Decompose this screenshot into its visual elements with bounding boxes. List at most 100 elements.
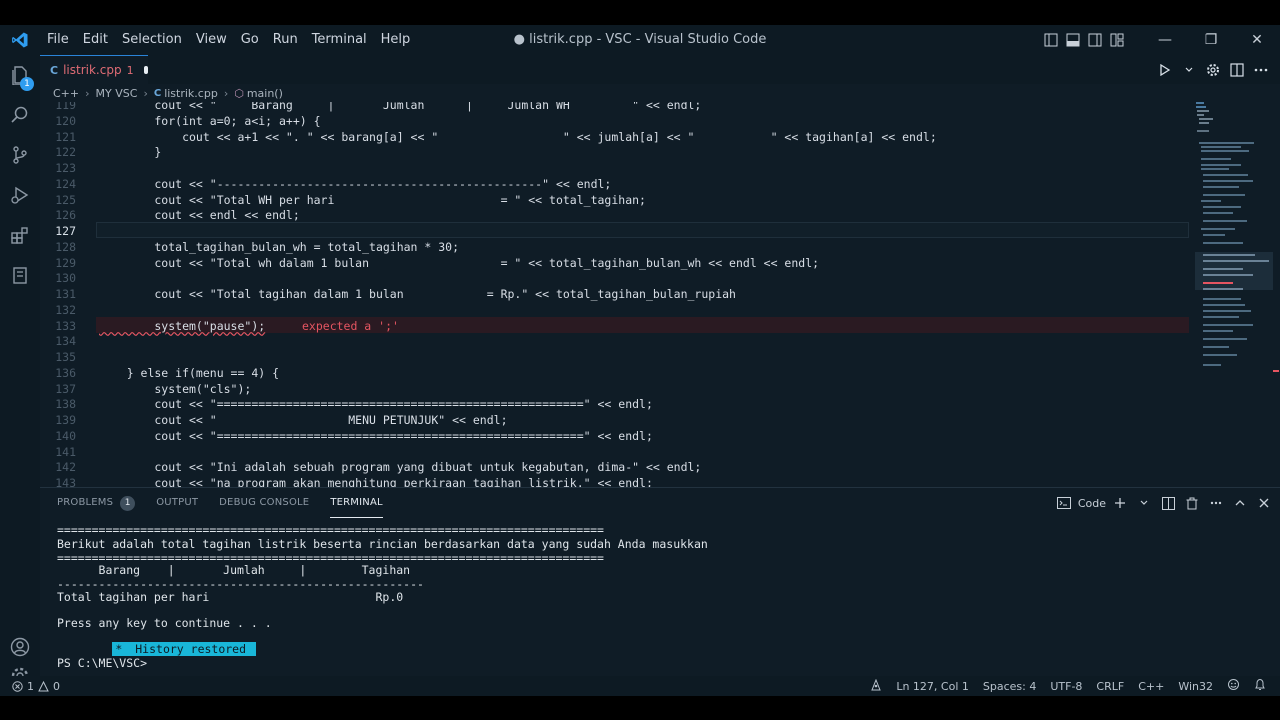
indentation[interactable]: Spaces: 4 bbox=[983, 680, 1036, 693]
end-of-line[interactable]: CRLF bbox=[1096, 680, 1124, 693]
close-panel-icon[interactable] bbox=[1254, 493, 1274, 513]
menu-help[interactable]: Help bbox=[374, 25, 418, 55]
letterbox-bottom bbox=[0, 696, 1280, 720]
feedback-icon[interactable] bbox=[1227, 678, 1240, 694]
terminal-output[interactable]: ========================================… bbox=[57, 524, 1257, 684]
code-line[interactable]: 126 cout << endl << endl; bbox=[40, 208, 1190, 224]
terminal-dropdown-chevron-icon[interactable] bbox=[1134, 493, 1154, 513]
close-button[interactable]: ✕ bbox=[1234, 25, 1280, 55]
line-number: 141 bbox=[55, 444, 76, 459]
toggle-primary-sidebar-icon[interactable] bbox=[1040, 25, 1062, 55]
code-text: cout << "Total WH per hari = " << total_… bbox=[99, 192, 646, 207]
encoding[interactable]: UTF-8 bbox=[1050, 680, 1082, 693]
terminal-profile-label[interactable]: Code bbox=[1078, 497, 1106, 510]
toggle-secondary-sidebar-icon[interactable] bbox=[1084, 25, 1106, 55]
customize-layout-icon[interactable] bbox=[1106, 25, 1128, 55]
tab-output[interactable]: OUTPUT bbox=[156, 488, 198, 518]
panel-more-icon[interactable] bbox=[1206, 493, 1226, 513]
code-editor[interactable]: 119 cout << " Barang | Jumlah | Jumlah W… bbox=[40, 102, 1280, 487]
minimize-button[interactable]: — bbox=[1142, 25, 1188, 55]
restore-button[interactable]: ❐ bbox=[1188, 25, 1234, 55]
terminal-profile-icon[interactable] bbox=[1054, 493, 1074, 513]
code-line[interactable]: 134 bbox=[40, 334, 1190, 350]
code-line[interactable]: 141 bbox=[40, 445, 1190, 461]
line-number: 143 bbox=[55, 476, 76, 487]
breadcrumb-file[interactable]: listrik.cpp bbox=[164, 87, 218, 100]
code-line[interactable]: 127 bbox=[40, 224, 1190, 240]
notifications-bell-icon[interactable] bbox=[1254, 678, 1266, 694]
run-code-icon[interactable] bbox=[1156, 61, 1174, 79]
more-actions-icon[interactable] bbox=[1252, 61, 1270, 79]
line-number: 135 bbox=[55, 350, 76, 364]
menu-file[interactable]: File bbox=[40, 25, 76, 55]
code-line[interactable]: 138 cout << "===========================… bbox=[40, 397, 1190, 413]
line-number: 134 bbox=[55, 334, 76, 349]
split-editor-icon[interactable] bbox=[1228, 61, 1246, 79]
code-line[interactable]: 131 cout << "Total tagihan dalam 1 bulan… bbox=[40, 287, 1190, 303]
run-debug-icon[interactable] bbox=[0, 175, 40, 215]
platform[interactable]: Win32 bbox=[1178, 680, 1213, 693]
code-line[interactable]: 139 cout << " MENU PETUNJUK" << endl; bbox=[40, 413, 1190, 429]
explorer-icon[interactable]: 1 bbox=[0, 55, 40, 95]
breadcrumb-lang[interactable]: C++ bbox=[53, 87, 79, 100]
breadcrumb-folder[interactable]: MY VSC bbox=[96, 87, 138, 100]
tab-listrik-cpp[interactable]: C listrik.cpp 1 bbox=[40, 55, 148, 84]
breadcrumb-symbol[interactable]: main() bbox=[247, 87, 283, 100]
broadcast-icon[interactable] bbox=[870, 678, 882, 694]
language-mode[interactable]: C++ bbox=[1138, 680, 1164, 693]
code-line[interactable]: 132 bbox=[40, 303, 1190, 319]
code-line[interactable]: 123 bbox=[40, 161, 1190, 177]
code-line[interactable]: 136 } else if(menu == 4) { bbox=[40, 366, 1190, 382]
menu-bar: File Edit Selection View Go Run Terminal… bbox=[40, 25, 417, 55]
extensions-icon[interactable] bbox=[0, 215, 40, 255]
problems-status[interactable]: 1 0 bbox=[12, 676, 60, 696]
settings-gear-icon[interactable] bbox=[1204, 61, 1222, 79]
code-line[interactable]: 120 for(int a=0; a<i; a++) { bbox=[40, 114, 1190, 130]
warning-count: 0 bbox=[53, 679, 60, 693]
tab-problems[interactable]: PROBLEMS 1 bbox=[57, 488, 136, 518]
line-number: 119 bbox=[55, 102, 76, 112]
maximize-panel-chevron-up-icon[interactable] bbox=[1230, 493, 1250, 513]
menu-selection[interactable]: Selection bbox=[115, 25, 189, 55]
run-dropdown-chevron-icon[interactable] bbox=[1180, 61, 1198, 79]
new-terminal-plus-icon[interactable] bbox=[1110, 493, 1130, 513]
code-line[interactable]: 129 cout << "Total wh dalam 1 bulan = " … bbox=[40, 256, 1190, 272]
search-icon[interactable] bbox=[0, 95, 40, 135]
source-control-icon[interactable] bbox=[0, 135, 40, 175]
tab-debug-console[interactable]: DEBUG CONSOLE bbox=[219, 488, 309, 518]
code-line[interactable]: 121 cout << a+1 << ". " << barang[a] << … bbox=[40, 130, 1190, 146]
function-cube-icon: ⬡ bbox=[234, 86, 244, 100]
code-line[interactable]: 124 cout << "---------------------------… bbox=[40, 177, 1190, 193]
code-line[interactable]: 133 system("pause"); expected a ';' bbox=[40, 319, 1190, 335]
menu-terminal[interactable]: Terminal bbox=[305, 25, 374, 55]
menu-view[interactable]: View bbox=[189, 25, 234, 55]
code-line[interactable]: 140 cout << "===========================… bbox=[40, 429, 1190, 445]
line-number: 125 bbox=[55, 192, 76, 207]
split-terminal-icon[interactable] bbox=[1158, 493, 1178, 513]
menu-run[interactable]: Run bbox=[266, 25, 305, 55]
accounts-icon[interactable] bbox=[0, 627, 40, 667]
menu-edit[interactable]: Edit bbox=[76, 25, 115, 55]
line-number: 129 bbox=[55, 255, 76, 270]
code-line[interactable]: 122 } bbox=[40, 145, 1190, 161]
vscode-logo-icon bbox=[0, 25, 40, 55]
toggle-panel-icon[interactable] bbox=[1062, 25, 1084, 55]
minimap[interactable] bbox=[1195, 102, 1275, 487]
code-line[interactable]: 137 system("cls"); bbox=[40, 382, 1190, 398]
error-circle-icon bbox=[12, 680, 23, 692]
code-line[interactable]: 142 cout << "Ini adalah sebuah program y… bbox=[40, 460, 1190, 476]
code-line[interactable]: 135 bbox=[40, 350, 1190, 366]
tab-problems-label: PROBLEMS bbox=[57, 497, 114, 508]
cursor-position[interactable]: Ln 127, Col 1 bbox=[896, 680, 969, 693]
history-restored-label: History restored bbox=[125, 642, 256, 656]
code-line[interactable]: 119 cout << " Barang | Jumlah | Jumlah W… bbox=[40, 102, 1190, 114]
code-line[interactable]: 143 cout << "na program akan menghitung … bbox=[40, 476, 1190, 487]
tab-terminal[interactable]: TERMINAL bbox=[330, 488, 383, 518]
code-line[interactable]: 130 bbox=[40, 271, 1190, 287]
code-line[interactable]: 125 cout << "Total WH per hari = " << to… bbox=[40, 193, 1190, 209]
kill-terminal-trash-icon[interactable] bbox=[1182, 493, 1202, 513]
code-line[interactable]: 128 total_tagihan_bulan_wh = total_tagih… bbox=[40, 240, 1190, 256]
menu-go[interactable]: Go bbox=[234, 25, 266, 55]
unsaved-dot-icon[interactable] bbox=[143, 66, 148, 74]
testing-icon[interactable] bbox=[0, 255, 40, 295]
